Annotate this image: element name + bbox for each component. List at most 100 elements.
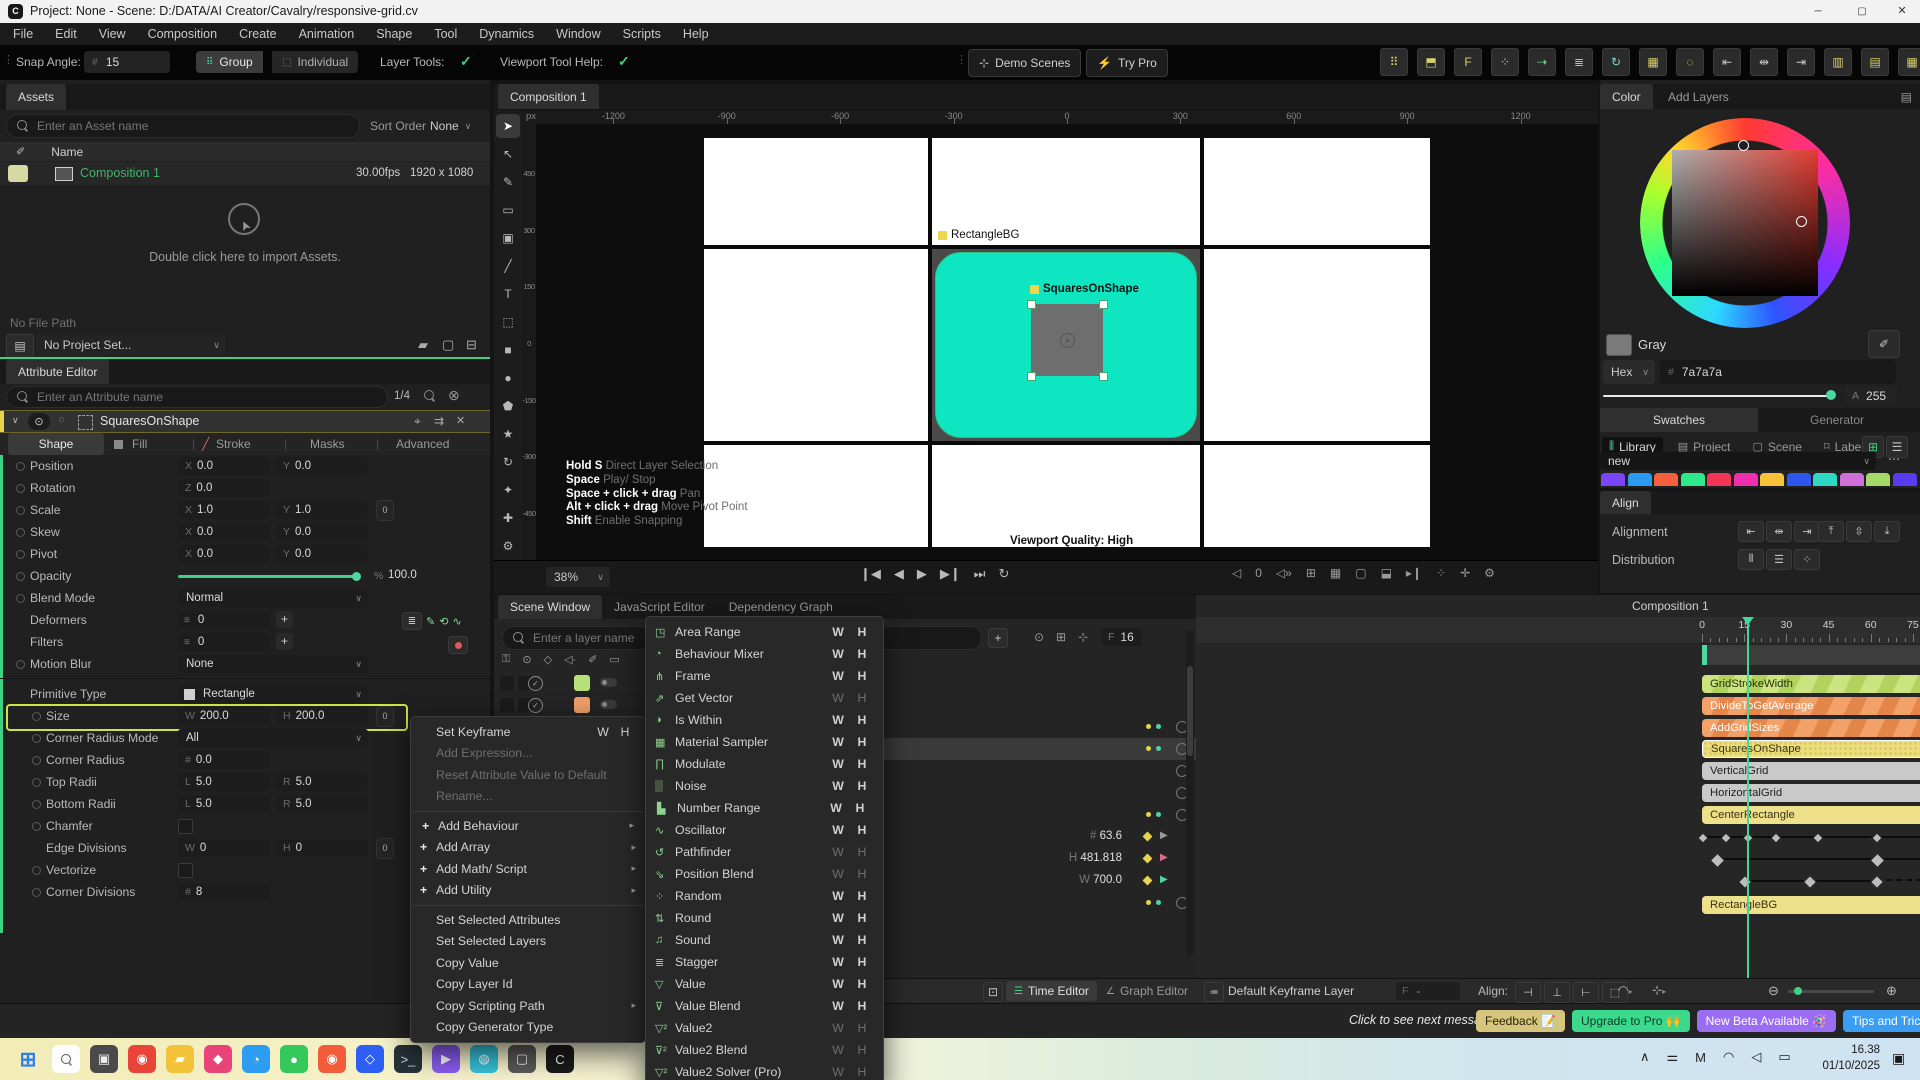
submenu-item-value2-solver-pro-[interactable]: ▽²Value2 Solver (Pro)WH — [646, 1061, 883, 1080]
viewport-icon-0[interactable]: ◁ — [1232, 566, 1241, 580]
tab-generator[interactable]: Generator — [1758, 408, 1916, 432]
keyframe-diamond-icon[interactable] — [1143, 854, 1153, 864]
column-w-value[interactable]: W — [826, 867, 850, 881]
dropdown-motion-blur[interactable]: None∨ — [178, 655, 368, 673]
try-pro-button[interactable]: ⚡ Try Pro — [1086, 49, 1168, 77]
add-layer-button[interactable]: + — [988, 628, 1008, 648]
column-h-value[interactable]: H — [850, 669, 874, 683]
playhead-marker[interactable] — [1742, 617, 1754, 625]
timeline-bar-addgridsizes[interactable]: AddGridSizes — [1702, 719, 1920, 737]
keyframe-diamond[interactable] — [1803, 875, 1817, 889]
column-w-value[interactable]: W — [826, 889, 850, 903]
viewport-icon-3[interactable]: ⊞ — [1306, 566, 1316, 580]
context-menu-item-rename-[interactable]: Rename... — [411, 786, 645, 808]
keyframe-toggle[interactable] — [32, 800, 41, 809]
menu-item-shape[interactable]: Shape — [365, 27, 423, 41]
value-field[interactable]: Y1.0 — [276, 501, 368, 519]
context-menu-item-set-selected-attributes[interactable]: Set Selected Attributes — [411, 909, 645, 931]
menu-item-edit[interactable]: Edit — [44, 27, 88, 41]
cube-icon[interactable]: ⬒ — [1417, 48, 1445, 76]
context-menu-item-add-array[interactable]: +Add Array▸ — [411, 837, 645, 859]
submenu-item-value2-blend[interactable]: ⊽²Value2 BlendWH — [646, 1039, 883, 1061]
column-h-value[interactable]: H — [850, 691, 874, 705]
app-icon[interactable]: ◍ — [470, 1045, 498, 1073]
wifi-icon[interactable]: ◠ — [1723, 1049, 1734, 1065]
keyframe-diamond[interactable] — [1709, 852, 1725, 868]
notification-button-feedback-[interactable]: Feedback 📝 — [1476, 1010, 1565, 1032]
tray-m-icon[interactable]: M — [1695, 1050, 1706, 1065]
keyframe-diamond-icon[interactable] — [1143, 876, 1153, 886]
link-dimensions-toggle[interactable]: 0 — [376, 706, 394, 727]
trash-icon[interactable]: ⊟ — [466, 337, 477, 353]
collapse-chevron-icon[interactable]: ∨ — [12, 415, 19, 426]
snap-angle-input[interactable]: # 15 — [84, 51, 170, 73]
graph-editor-button[interactable]: ∠ Graph Editor — [1098, 981, 1196, 1001]
viewport-icon-9[interactable]: ✛ — [1460, 566, 1470, 580]
visibility-eye-icon[interactable]: ⊙ — [28, 413, 50, 430]
column-h-value[interactable]: H — [850, 1065, 874, 1079]
color-swatch[interactable] — [1707, 473, 1731, 486]
align-left-icon[interactable]: ⇤ — [1713, 48, 1741, 76]
duplicator-icon[interactable]: ▦ — [1639, 48, 1667, 76]
submenu-item-value2[interactable]: ▽²Value2WH — [646, 1017, 883, 1039]
column-h-value[interactable]: H — [850, 823, 874, 837]
go-to-end-button[interactable]: ⏭ — [974, 566, 986, 582]
color-swatch[interactable] — [1893, 473, 1917, 486]
column-h-value[interactable]: H — [850, 647, 874, 661]
tab-attribute-editor[interactable]: Attribute Editor — [6, 359, 109, 384]
submenu-item-number-range[interactable]: ▙Number RangeWH — [648, 797, 881, 819]
submenu-item-get-vector[interactable]: ⇗Get VectorWH — [646, 687, 883, 709]
split-icon[interactable]: ⇉ — [434, 414, 444, 428]
column-w-value[interactable]: W — [826, 713, 850, 727]
align-top-button[interactable]: ⤒ — [1818, 521, 1844, 542]
record-icon[interactable] — [448, 636, 468, 654]
attribute-search-input[interactable]: Enter an Attribute name — [6, 386, 388, 408]
start-button[interactable]: ⊞ — [14, 1045, 42, 1073]
keyframe-diamond[interactable] — [1697, 832, 1708, 843]
project-folder-icon[interactable]: ▰ — [418, 337, 428, 353]
viewport-icon-10[interactable]: ⚙ — [1484, 566, 1495, 580]
align-left-button[interactable]: ⇤ — [1738, 521, 1764, 542]
keyframe-type-icon[interactable]: ⊹▸ — [1652, 983, 1666, 997]
column-h-value[interactable]: H — [850, 867, 874, 881]
layer-toggle[interactable] — [600, 700, 617, 709]
align-middle-button[interactable]: ⇳ — [1846, 521, 1872, 542]
timeline-zoom-slider[interactable] — [1788, 990, 1874, 993]
keyframe-toggle[interactable] — [32, 734, 41, 743]
distribute-horizontal-button[interactable]: ⫴ — [1738, 549, 1764, 570]
distribute-grid-button[interactable]: ⁘ — [1794, 549, 1820, 570]
tab-shape[interactable]: Shape — [8, 433, 104, 455]
list-icon[interactable]: ≣ — [402, 612, 422, 630]
keyframe-toggle[interactable] — [32, 756, 41, 765]
color-swatch[interactable] — [1787, 473, 1811, 486]
individual-button[interactable]: ⬚ Individual — [272, 51, 358, 73]
value-field[interactable]: H0 — [276, 839, 368, 857]
value-field[interactable]: Y0.0 — [276, 523, 368, 541]
visible-check-icon[interactable]: ✓ — [528, 676, 543, 691]
timeline-bar-rectanglebg[interactable]: RectangleBG — [1702, 896, 1920, 914]
viewport-icon-2[interactable]: ◁» — [1276, 566, 1292, 580]
rectangle-tool-icon[interactable]: ■ — [496, 338, 520, 362]
value-field[interactable]: #0.0 — [178, 751, 270, 769]
tab-color[interactable]: Color — [1600, 84, 1653, 109]
submenu-item-pathfinder[interactable]: ↺PathfinderWH — [646, 841, 883, 863]
viewport-tool-help-check-icon[interactable]: ✓ — [618, 53, 630, 70]
next-frame-button[interactable]: ▶❙ — [940, 566, 961, 582]
align-keys-right-button[interactable]: ⊢ — [1573, 982, 1599, 1003]
swatch-group-dropdown[interactable]: new∨ — [1600, 452, 1876, 470]
column-h-value[interactable]: H — [850, 1043, 874, 1057]
column-h-value[interactable]: H — [850, 845, 874, 859]
column-w-value[interactable]: W — [826, 647, 850, 661]
lock-icon[interactable]: ⚿ — [502, 653, 510, 666]
column-h-value[interactable]: H — [850, 977, 874, 991]
link-dimensions-toggle[interactable]: 0 — [376, 500, 394, 521]
current-frame-field[interactable]: F 16 — [1102, 628, 1142, 646]
column-w-value[interactable]: W — [826, 977, 850, 991]
submenu-item-modulate[interactable]: ∏ModulateWH — [646, 753, 883, 775]
column-h-value[interactable]: H — [850, 779, 874, 793]
artboard-tool-icon[interactable]: ⬚ — [496, 310, 520, 334]
keyframe-diamond[interactable] — [1813, 832, 1824, 843]
submenu-item-frame[interactable]: ⋔FrameWH — [646, 665, 883, 687]
add-button[interactable]: + — [276, 633, 293, 650]
column-h-value[interactable]: H — [850, 911, 874, 925]
